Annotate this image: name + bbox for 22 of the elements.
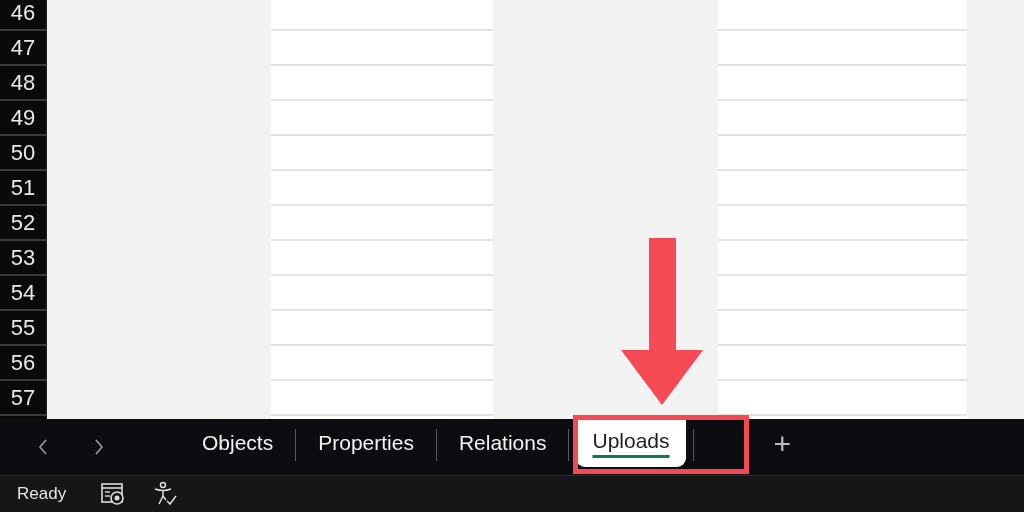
row-number: 52: [0, 206, 47, 241]
row-number: 53: [0, 241, 47, 276]
sheet-tab[interactable]: Properties: [297, 423, 435, 467]
row-number: 55: [0, 311, 47, 346]
row-number: 57: [0, 381, 47, 416]
accessibility-check-icon[interactable]: [152, 481, 179, 507]
row-number: 49: [0, 101, 47, 136]
chevron-left-icon: [37, 438, 49, 456]
row-number: 47: [0, 31, 47, 66]
sheet-tab[interactable]: Uploads: [576, 419, 686, 467]
sheet-tab[interactable]: Objects: [181, 423, 295, 467]
row-number: 56: [0, 346, 47, 381]
sheet-view-icon[interactable]: [100, 482, 127, 506]
row-number: 48: [0, 66, 47, 101]
row-number: 46: [0, 0, 47, 31]
row-number: 54: [0, 276, 47, 311]
row-number: 51: [0, 171, 47, 206]
chevron-right-icon: [93, 438, 105, 456]
add-sheet-button[interactable]: +: [769, 429, 796, 459]
status-text: Ready: [17, 484, 67, 504]
row-number: 50: [0, 136, 47, 171]
sheet-tab[interactable]: Relations: [437, 423, 568, 467]
